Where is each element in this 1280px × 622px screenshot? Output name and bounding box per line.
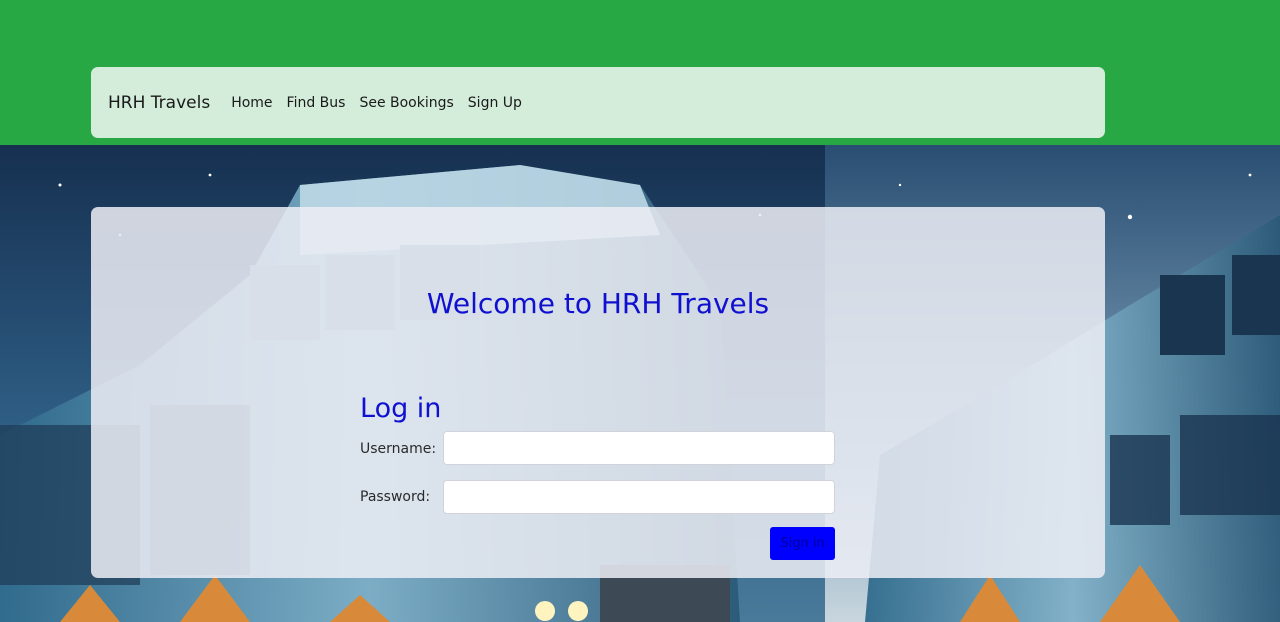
password-label: Password:: [360, 489, 431, 505]
nav-link-find-bus[interactable]: Find Bus: [287, 95, 346, 111]
nav-link-home[interactable]: Home: [231, 95, 272, 111]
nav-link-see-bookings[interactable]: See Bookings: [359, 95, 453, 111]
navbar: HRH Travels Home Find Bus See Bookings S…: [91, 67, 1105, 138]
nav-link-sign-up[interactable]: Sign Up: [468, 95, 522, 111]
header-band: HRH Travels Home Find Bus See Bookings S…: [0, 0, 1280, 145]
sign-in-button[interactable]: Sign in: [770, 527, 835, 560]
login-card: Welcome to HRH Travels Log in Username: …: [91, 207, 1105, 578]
username-input[interactable]: [443, 431, 835, 465]
login-title: Log in: [360, 393, 442, 424]
welcome-heading: Welcome to HRH Travels: [426, 287, 770, 320]
username-label: Username:: [360, 441, 437, 457]
brand-logo-text[interactable]: HRH Travels: [108, 93, 210, 113]
password-input[interactable]: [443, 480, 835, 514]
